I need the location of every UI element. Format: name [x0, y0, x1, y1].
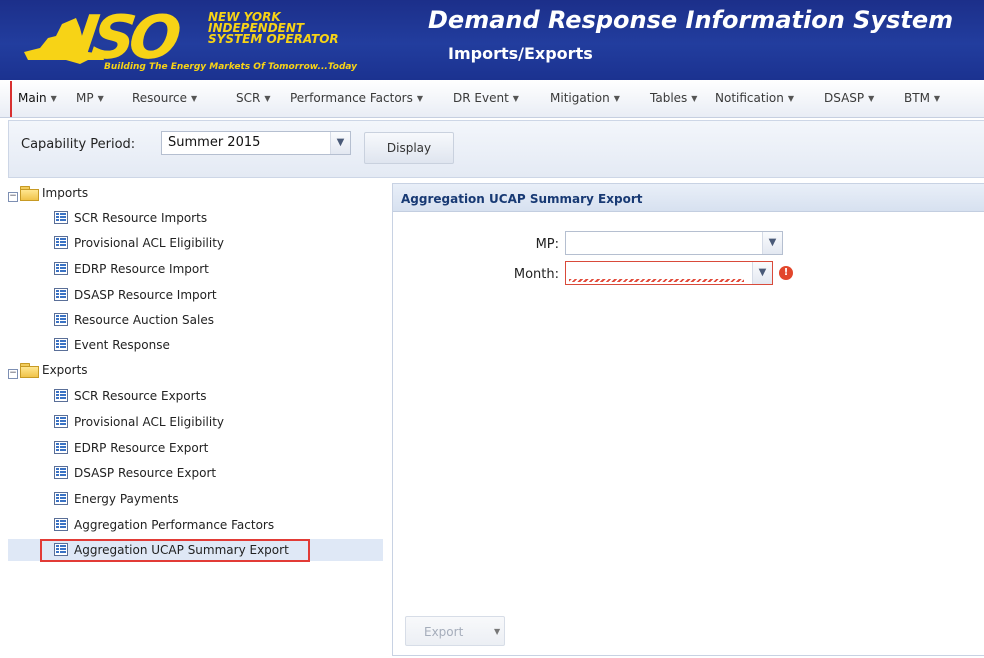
list-icon [54, 389, 68, 402]
chevron-down-icon[interactable]: ▼ [752, 262, 772, 284]
tree-item[interactable]: DSASP Resource Import [54, 285, 217, 307]
chevron-down-icon: ▼ [868, 94, 875, 103]
capability-period-value: Summer 2015 [168, 135, 261, 150]
list-icon [54, 415, 68, 428]
chevron-down-icon: ▼ [264, 94, 271, 103]
collapse-icon[interactable]: − [8, 192, 18, 202]
list-icon [54, 288, 68, 301]
list-icon [54, 441, 68, 454]
month-label: Month: [513, 267, 559, 282]
chevron-down-icon[interactable]: ▼ [330, 132, 350, 154]
list-icon [54, 211, 68, 224]
menu-mp[interactable]: MP ▼ [76, 91, 104, 105]
export-panel: Aggregation UCAP Summary Export MP: ▼ Mo… [392, 183, 984, 656]
menu-notification[interactable]: Notification ▼ [715, 91, 794, 105]
list-icon [54, 518, 68, 531]
tree-item[interactable]: Event Response [54, 335, 170, 357]
chevron-down-icon: ▼ [416, 94, 423, 103]
collapse-icon[interactable]: − [8, 369, 18, 379]
main-menu-bar: Main ▼ MP ▼ Resource ▼ SCR ▼ Performance Fac… [0, 80, 984, 118]
app-header: ISO NEW YORK INDEPENDENT SYSTEM OPERATOR… [0, 0, 984, 80]
chevron-down-icon: ▼ [933, 94, 941, 103]
menu-performance-factors[interactable]: Performance Factors ▼ [290, 91, 423, 105]
app-title: Demand Response Information System [428, 6, 954, 34]
chevron-down-icon: ▼ [50, 94, 57, 103]
tree-item[interactable]: Energy Payments [54, 489, 179, 511]
menu-scr[interactable]: SCR ▼ [236, 91, 271, 105]
chevron-down-icon: ▼ [691, 94, 698, 103]
logo-tagline: Building The Energy Markets Of Tomorrow.… [104, 62, 358, 72]
display-button[interactable]: Display [364, 132, 454, 164]
selection-highlight-box [40, 539, 310, 562]
logo-text: NEW YORK INDEPENDENT SYSTEM OPERATOR [208, 10, 339, 46]
chevron-down-icon[interactable]: ▼ [762, 232, 782, 254]
chevron-down-icon: ▼ [512, 94, 519, 103]
navigation-tree: − Imports SCR Resource Imports Provisiona… [8, 183, 383, 603]
chevron-down-icon: ▼ [191, 94, 198, 103]
error-icon: ! [779, 266, 793, 280]
tree-item[interactable]: EDRP Resource Import [54, 259, 209, 281]
validation-underline [569, 279, 744, 282]
menu-dsasp[interactable]: DSASP ▼ [824, 91, 874, 105]
chevron-down-icon[interactable]: ▼ [494, 627, 500, 636]
list-icon [54, 466, 68, 479]
chevron-down-icon: ▼ [787, 94, 795, 103]
tree-item[interactable]: Provisional ACL Eligibility [54, 233, 224, 255]
capability-period-label: Capability Period: [21, 137, 136, 152]
menu-dr-event[interactable]: DR Event ▼ [453, 91, 519, 105]
list-icon [54, 492, 68, 505]
tree-item[interactable]: EDRP Resource Export [54, 438, 208, 460]
tree-item[interactable]: Aggregation Performance Factors [54, 515, 274, 537]
tree-item[interactable]: SCR Resource Imports [54, 208, 207, 230]
tree-item[interactable]: SCR Resource Exports [54, 386, 207, 408]
chevron-down-icon: ▼ [97, 94, 104, 103]
month-select[interactable]: ▼ [565, 261, 773, 285]
mp-select[interactable]: ▼ [565, 231, 783, 255]
panel-title: Aggregation UCAP Summary Export [393, 184, 984, 212]
list-icon [54, 313, 68, 326]
tree-folder-exports[interactable]: − Exports [8, 360, 88, 382]
page-subtitle: Imports/Exports [448, 44, 593, 63]
list-icon [54, 262, 68, 275]
mp-label: MP: [535, 237, 559, 252]
capability-period-select[interactable]: Summer 2015 ▼ [161, 131, 351, 155]
menu-btm[interactable]: BTM ▼ [904, 91, 940, 105]
nyiso-logo: ISO NEW YORK INDEPENDENT SYSTEM OPERATOR… [18, 3, 403, 76]
tree-item[interactable]: Resource Auction Sales [54, 310, 214, 332]
export-button[interactable]: Export ▼ [405, 616, 505, 646]
folder-icon [20, 363, 39, 378]
list-icon [54, 338, 68, 351]
list-icon [54, 236, 68, 249]
tree-item[interactable]: DSASP Resource Export [54, 463, 216, 485]
menu-main[interactable]: Main ▼ [10, 81, 57, 117]
tree-folder-imports[interactable]: − Imports [8, 183, 88, 205]
menu-tables[interactable]: Tables ▼ [650, 91, 697, 105]
menu-mitigation[interactable]: Mitigation ▼ [550, 91, 620, 105]
tree-item[interactable]: Provisional ACL Eligibility [54, 412, 224, 434]
chevron-down-icon: ▼ [613, 94, 620, 103]
folder-icon [20, 186, 39, 201]
menu-resource[interactable]: Resource ▼ [132, 91, 197, 105]
capability-toolbar: Capability Period: Summer 2015 ▼ Display [8, 120, 984, 178]
